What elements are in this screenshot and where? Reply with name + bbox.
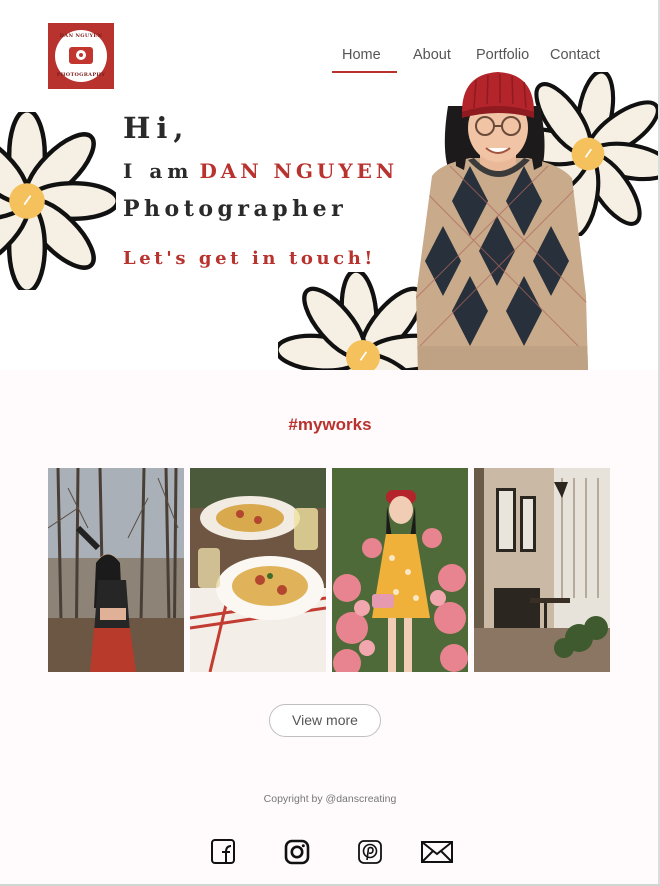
photographer-portrait-image: [416, 72, 588, 370]
copyright-text: Copyright by @danscreating: [263, 793, 397, 805]
hero-role: Photographer: [123, 196, 348, 222]
hero-intro-text: I am: [123, 159, 194, 183]
nav-portfolio[interactable]: Portfolio: [476, 47, 529, 63]
camera-icon: [69, 47, 93, 64]
daisy-left-illustration: [0, 112, 116, 290]
hero-name: DAN NGUYEN: [199, 159, 399, 183]
work-photo-1[interactable]: [48, 468, 184, 672]
hero-intro: I am DAN NGUYEN: [123, 159, 398, 183]
facebook-icon[interactable]: [210, 838, 236, 866]
view-more-button[interactable]: View more: [269, 704, 381, 737]
pinterest-icon[interactable]: [356, 838, 384, 866]
logo-badge: DAN NGUYEN PHOTOGRAPHY: [55, 30, 107, 82]
work-photo-3[interactable]: [332, 468, 468, 672]
instagram-icon[interactable]: [283, 838, 311, 866]
hero-section: DAN NGUYEN PHOTOGRAPHY Home About Portfo…: [0, 0, 660, 370]
nav-about[interactable]: About: [413, 47, 451, 63]
work-photo-2[interactable]: [190, 468, 326, 672]
logo[interactable]: DAN NGUYEN PHOTOGRAPHY: [48, 23, 114, 89]
work-photo-4[interactable]: [474, 468, 610, 672]
mail-icon[interactable]: [420, 838, 454, 866]
nav-active-indicator: [332, 71, 397, 73]
page: DAN NGUYEN PHOTOGRAPHY Home About Portfo…: [0, 0, 660, 886]
logo-bottom-text: PHOTOGRAPHY: [56, 72, 106, 78]
nav-contact[interactable]: Contact: [550, 47, 600, 63]
logo-top-text: DAN NGUYEN: [59, 33, 103, 39]
hero-cta-link[interactable]: Let's get in touch!: [123, 248, 376, 269]
works-title: #myworks: [288, 415, 372, 434]
nav-home[interactable]: Home: [342, 47, 381, 63]
hero-greeting: Hi,: [123, 111, 190, 145]
